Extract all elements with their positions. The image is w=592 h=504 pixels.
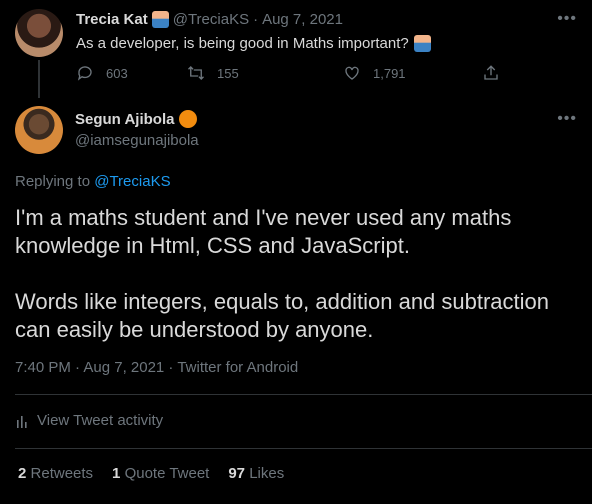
more-icon[interactable]: •••	[557, 10, 577, 28]
separator: ·	[253, 11, 259, 28]
avatar[interactable]	[15, 106, 63, 154]
retweets-label: Retweets	[30, 465, 94, 482]
likes-stat[interactable]: 97 Likes	[228, 465, 284, 482]
divider	[15, 448, 592, 449]
tweet-date[interactable]: Aug 7, 2021	[262, 11, 343, 28]
divider	[15, 394, 592, 395]
tweet-paragraph: I'm a maths student and I've never used …	[15, 205, 512, 258]
parent-tweet-text: As a developer, is being good in Maths i…	[76, 35, 431, 52]
quotes-count: 1	[112, 465, 121, 482]
bar-chart-icon	[17, 415, 27, 428]
likes-count: 97	[228, 465, 246, 482]
author-handle[interactable]: @iamsegunajibola	[75, 132, 199, 149]
more-icon[interactable]: •••	[557, 110, 577, 128]
quote-tweets-stat[interactable]: 1 Quote Tweet	[112, 465, 209, 482]
retweets-stat[interactable]: 2 Retweets	[18, 465, 93, 482]
thread-line	[38, 60, 40, 98]
heart-icon	[345, 66, 359, 80]
reply-button[interactable]: 603	[76, 64, 128, 82]
author-name[interactable]: Trecia Kat	[76, 11, 148, 28]
developer-emoji-icon	[151, 11, 169, 28]
developer-emoji-icon	[413, 35, 431, 52]
retweet-count: 155	[217, 65, 239, 81]
share-icon	[484, 65, 498, 80]
tweet-timestamp[interactable]: 7:40 PM · Aug 7, 2021 · Twitter for Andr…	[15, 359, 298, 376]
main-tweet-text: I'm a maths student and I've never used …	[15, 204, 580, 372]
parent-tweet-header: Trecia Kat @TreciaKS · Aug 7, 2021	[76, 11, 343, 28]
replying-prefix: Replying to	[15, 173, 91, 190]
view-tweet-activity-link[interactable]: View Tweet activity	[15, 412, 163, 429]
tweet-text: As a developer, is being good in Maths i…	[76, 35, 409, 52]
activity-label: View Tweet activity	[37, 412, 164, 429]
retweets-count: 2	[18, 465, 27, 482]
replying-to: Replying to @TreciaKS	[15, 173, 171, 190]
badge-icon	[179, 110, 198, 128]
parent-tweet[interactable]: Trecia Kat @TreciaKS · Aug 7, 2021 ••• A…	[0, 0, 592, 98]
retweet-icon	[188, 66, 204, 80]
author-handle[interactable]: @TreciaKS	[173, 11, 249, 28]
avatar[interactable]	[15, 9, 63, 57]
main-tweet-author[interactable]: Segun Ajibola	[75, 110, 198, 128]
tweet-actions: 603 155 1,791	[76, 64, 506, 86]
share-button[interactable]	[482, 64, 500, 82]
tweet-paragraph: Words like integers, equals to, addition…	[15, 289, 550, 342]
retweet-button[interactable]: 155	[187, 64, 239, 82]
tweet-stats: 2 Retweets 1 Quote Tweet 97 Likes	[18, 465, 284, 482]
replying-to-link[interactable]: @TreciaKS	[94, 173, 170, 190]
quotes-label: Quote Tweet	[124, 465, 210, 482]
reply-count: 603	[106, 65, 128, 81]
author-name[interactable]: Segun Ajibola	[75, 111, 174, 128]
reply-icon	[77, 66, 92, 81]
like-count: 1,791	[373, 65, 406, 81]
likes-label: Likes	[249, 465, 285, 482]
like-button[interactable]: 1,791	[343, 64, 406, 82]
